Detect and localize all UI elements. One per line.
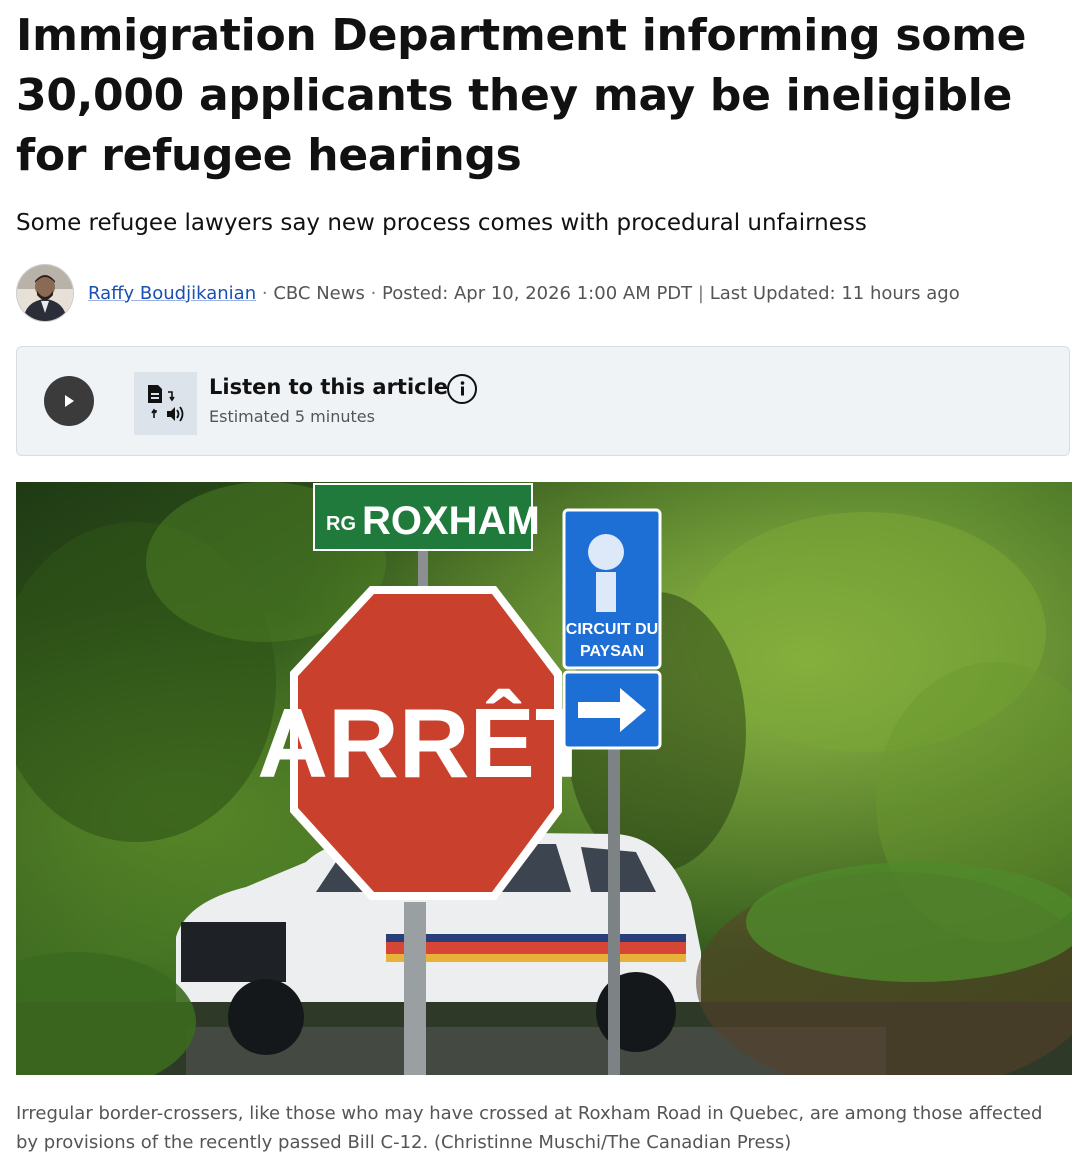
listen-duration: Estimated 5 minutes bbox=[209, 407, 375, 426]
byline-divider: | bbox=[697, 282, 704, 304]
article-deck: Some refugee lawyers say new process com… bbox=[16, 210, 867, 236]
byline-separator: · bbox=[261, 282, 268, 304]
arrow-sign bbox=[562, 670, 662, 750]
outlet-name: CBC News bbox=[273, 282, 365, 304]
article-headline: Immigration Department informing some 30… bbox=[16, 10, 1027, 181]
text-to-speech-icon bbox=[134, 372, 197, 435]
byline-separator: · bbox=[370, 282, 377, 304]
street-sign-prefix: RG bbox=[326, 513, 356, 535]
route-sign-line1: CIRCUIT DU bbox=[566, 621, 658, 638]
play-icon bbox=[65, 395, 74, 407]
updated-time: Last Updated: 11 hours ago bbox=[709, 282, 960, 304]
photo-caption: Irregular border-crossers, like those wh… bbox=[16, 1103, 1043, 1153]
play-button[interactable] bbox=[44, 376, 94, 426]
route-sign: CIRCUIT DU PAYSAN bbox=[562, 508, 662, 670]
posted-date: Posted: Apr 10, 2026 1:00 AM PDT bbox=[382, 282, 693, 304]
info-button[interactable] bbox=[447, 374, 477, 404]
street-sign: RG ROXHAM bbox=[313, 483, 540, 551]
byline: Raffy Boudjikanian · CBC News · Posted: … bbox=[16, 264, 1076, 322]
info-icon bbox=[460, 381, 464, 396]
stop-sign-text: ARRÊT bbox=[257, 688, 595, 798]
listen-title: Listen to this article bbox=[209, 375, 449, 399]
listen-panel: Listen to this article Estimated 5 minut… bbox=[16, 346, 1070, 456]
byline-meta: Raffy Boudjikanian · CBC News · Posted: … bbox=[88, 283, 960, 304]
route-sign-line2: PAYSAN bbox=[580, 643, 644, 660]
author-avatar[interactable] bbox=[16, 264, 74, 322]
street-sign-name: ROXHAM bbox=[362, 499, 540, 543]
author-link[interactable]: Raffy Boudjikanian bbox=[88, 283, 256, 304]
article-photo: RG ROXHAM ARRÊT CIRCUIT DU PAYSAN bbox=[16, 482, 1072, 1075]
